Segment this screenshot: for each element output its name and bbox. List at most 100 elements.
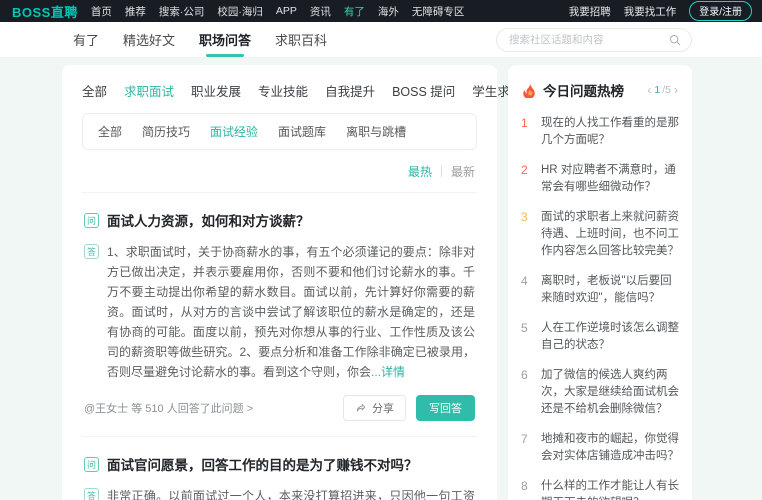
rank-number: 1: [521, 116, 528, 130]
answer-badge-icon: 答: [84, 488, 99, 500]
nav-item-overseas[interactable]: 海外: [378, 4, 399, 19]
community-search-box[interactable]: [496, 27, 692, 52]
tab-career-development[interactable]: 职业发展: [191, 81, 241, 100]
hot-question-text[interactable]: HR 对应聘者不满意时，通常会有哪些细微动作？: [541, 162, 679, 196]
hot-list-pager: ‹ 1/5 ›: [646, 84, 679, 96]
subtab-resume-tips[interactable]: 简历技巧: [142, 123, 190, 140]
question-badge-icon: 问: [84, 212, 99, 228]
rank-number: 5: [521, 321, 528, 335]
hot-question-text[interactable]: 离职时，老板说"以后要回来随时欢迎"，能信吗？: [541, 273, 679, 307]
tab-self-improvement[interactable]: 自我提升: [325, 81, 375, 100]
question-badge-icon: 问: [84, 456, 99, 472]
question-title[interactable]: 面试官问愿景，回答工作的目的是为了赚钱不对吗？: [107, 454, 418, 474]
hot-list-item[interactable]: 7 地摊和夜市的崛起，你觉得会对实体店铺造成冲击吗？: [521, 431, 679, 465]
subnav-item-job-wiki[interactable]: 求职百科: [275, 22, 327, 57]
community-sub-nav: 有了 精选好文 职场问答 求职百科: [0, 22, 762, 58]
hot-list-title: 今日问题热榜: [543, 84, 624, 99]
hot-list-item[interactable]: 3 面试的求职者上来就问薪资待遇、上班时间，也不问工作内容怎么回答比较完美？: [521, 209, 679, 260]
hot-question-text[interactable]: 人在工作逆境时该怎么调整自己的状态？: [541, 320, 679, 354]
hot-question-text[interactable]: 现在的人找工作看重的是那几个方面呢？: [541, 115, 679, 149]
top-nav-right: 我要招聘 我要找工作 登录/注册: [569, 1, 752, 21]
question-item: 问 面试人力资源，如何和对方谈薪？ 答 1、求职面试时，关于协商薪水的事，有五个…: [82, 193, 477, 437]
nav-item-recruit[interactable]: 我要招聘: [569, 4, 611, 19]
sort-bar: 最热 最新: [82, 150, 477, 193]
answerers-link[interactable]: @王女士 等 510 人回答了此问题 >: [84, 400, 253, 416]
share-button[interactable]: 分享: [343, 395, 406, 421]
nav-item-search-company[interactable]: 搜索·公司: [159, 4, 205, 19]
subnav-item-youle[interactable]: 有了: [73, 22, 99, 57]
rank-number: 2: [521, 163, 528, 177]
question-item: 问 面试官问愿景，回答工作的目的是为了赚钱不对吗？ 答 非常正确。以前面试过一个…: [82, 437, 477, 500]
rank-number: 4: [521, 274, 528, 288]
pager-prev-icon[interactable]: ‹: [646, 84, 652, 96]
share-label: 分享: [372, 403, 394, 415]
rank-number: 7: [521, 432, 528, 446]
detail-link[interactable]: ...详情: [371, 365, 405, 379]
sub-category-tabs: 全部 简历技巧 面试经验 面试题库 离职与跳槽: [82, 113, 477, 150]
nav-item-accessibility[interactable]: 无障碍专区: [412, 4, 465, 19]
hot-list-header: 今日问题热榜 ‹ 1/5 ›: [521, 80, 679, 100]
flame-icon: [523, 83, 535, 98]
hot-list-item[interactable]: 4 离职时，老板说"以后要回来随时欢迎"，能信吗？: [521, 273, 679, 307]
rank-number: 8: [521, 479, 528, 493]
tab-boss-questions[interactable]: BOSS 提问: [392, 81, 455, 100]
subnav-item-featured-articles[interactable]: 精选好文: [123, 22, 175, 57]
question-actions: 分享 写回答: [343, 395, 475, 421]
question-title-row[interactable]: 问 面试人力资源，如何和对方谈薪？: [84, 210, 475, 230]
subnav-item-workplace-qa[interactable]: 职场问答: [199, 22, 251, 57]
sort-hottest[interactable]: 最热: [408, 163, 432, 180]
rank-number: 3: [521, 210, 528, 224]
nav-item-youle[interactable]: 有了: [344, 4, 365, 19]
question-title-row[interactable]: 问 面试官问愿景，回答工作的目的是为了赚钱不对吗？: [84, 454, 475, 474]
hot-list-item[interactable]: 2 HR 对应聘者不满意时，通常会有哪些细微动作？: [521, 162, 679, 196]
sort-newest[interactable]: 最新: [451, 163, 475, 180]
hot-questions-card: 今日问题热榜 ‹ 1/5 › 1 现在的人找工作看重的是那几个方面呢？ 2 HR 对…: [508, 65, 692, 500]
subtab-all[interactable]: 全部: [98, 123, 122, 140]
answer-badge-icon: 答: [84, 244, 99, 259]
hot-question-text[interactable]: 什么样的工作才能让人有长期干下去的欲望呢？: [541, 478, 679, 500]
hot-list-item[interactable]: 8 什么样的工作才能让人有长期干下去的欲望呢？: [521, 478, 679, 500]
tab-professional-skills[interactable]: 专业技能: [258, 81, 308, 100]
answer-snippet: 非常正确。以前面试过一个人，本来没打算招进来，只因他一句工资低了一些，立即决定留…: [107, 489, 475, 500]
hot-question-text[interactable]: 加了微信的候选人爽约两次，大家是继续给面试机会还是不给机会删除微信？: [541, 367, 679, 418]
pager-total-pages: /5: [662, 84, 671, 96]
hot-question-text[interactable]: 地摊和夜市的崛起，你觉得会对实体店铺造成冲击吗？: [541, 431, 679, 465]
nav-item-news[interactable]: 资讯: [310, 4, 331, 19]
category-tabs: 全部 求职面试 职业发展 专业技能 自我提升 BOSS 提问 学生求助: [82, 81, 522, 100]
answer-snippet: 1、求职面试时，关于协商薪水的事，有五个必须谨记的要点：除非对方已做出决定，并表…: [107, 242, 475, 382]
pager-current-page: 1: [654, 84, 661, 96]
nav-item-campus-overseas[interactable]: 校园·海归: [217, 4, 263, 19]
question-title[interactable]: 面试人力资源，如何和对方谈薪？: [107, 210, 310, 230]
qa-feed-card: 全部 求职面试 职业发展 专业技能 自我提升 BOSS 提问 学生求助 全部 简…: [62, 65, 522, 500]
write-answer-button[interactable]: 写回答: [416, 395, 475, 421]
share-icon: [356, 403, 366, 412]
top-navigation-bar: BOSS直聘 首页 推荐 搜索·公司 校园·海归 APP 资讯 有了 海外 无障…: [0, 0, 762, 22]
hot-list-item[interactable]: 1 现在的人找工作看重的是那几个方面呢？: [521, 115, 679, 149]
nav-item-find-job[interactable]: 我要找工作: [624, 4, 677, 19]
top-nav-menu: 首页 推荐 搜索·公司 校园·海归 APP 资讯 有了 海外 无障碍专区: [91, 4, 465, 19]
rank-number: 6: [521, 368, 528, 382]
boss-zhipin-logo[interactable]: BOSS直聘: [12, 2, 78, 21]
subtab-interview-question-bank[interactable]: 面试题库: [278, 123, 326, 140]
login-register-button[interactable]: 登录/注册: [689, 1, 752, 21]
sub-nav-menu: 有了 精选好文 职场问答 求职百科: [73, 22, 327, 57]
sort-divider: [440, 166, 442, 177]
question-footer: @王女士 等 510 人回答了此问题 > 分享 写回答: [84, 395, 475, 421]
tab-job-interview[interactable]: 求职面试: [124, 81, 174, 100]
hot-list-item[interactable]: 5 人在工作逆境时该怎么调整自己的状态？: [521, 320, 679, 354]
subtab-resignation-jobhopping[interactable]: 离职与跳槽: [346, 123, 406, 140]
answer-text: 1、求职面试时，关于协商薪水的事，有五个必须谨记的要点：除非对方已做出决定，并表…: [107, 245, 475, 379]
nav-item-app[interactable]: APP: [276, 5, 297, 17]
answer-row: 答 非常正确。以前面试过一个人，本来没打算招进来，只因他一句工资低了一些，立即决…: [84, 486, 475, 500]
nav-item-home[interactable]: 首页: [91, 4, 112, 19]
hot-list-item[interactable]: 6 加了微信的候选人爽约两次，大家是继续给面试机会还是不给机会删除微信？: [521, 367, 679, 418]
pager-next-icon[interactable]: ›: [673, 84, 679, 96]
search-icon[interactable]: [669, 34, 681, 46]
nav-item-recommend[interactable]: 推荐: [125, 4, 146, 19]
search-input[interactable]: [509, 33, 669, 46]
tab-all[interactable]: 全部: [82, 81, 107, 100]
hot-questions-list: 1 现在的人找工作看重的是那几个方面呢？ 2 HR 对应聘者不满意时，通常会有哪些细…: [521, 115, 679, 500]
subtab-interview-experience[interactable]: 面试经验: [210, 123, 258, 140]
page-content: 全部 求职面试 职业发展 专业技能 自我提升 BOSS 提问 学生求助 全部 简…: [62, 65, 692, 500]
hot-question-text[interactable]: 面试的求职者上来就问薪资待遇、上班时间，也不问工作内容怎么回答比较完美？: [541, 209, 679, 260]
